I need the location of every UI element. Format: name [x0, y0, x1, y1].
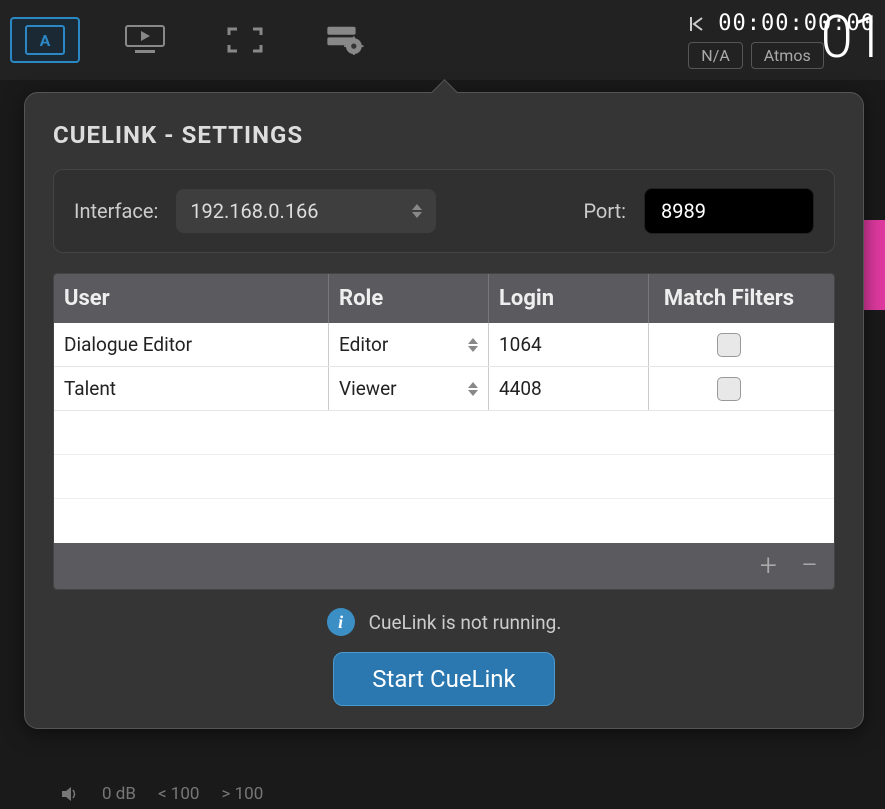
table-row[interactable]: Dialogue Editor Editor 1064	[54, 323, 834, 367]
speaker-icon	[60, 785, 80, 803]
pink-track-strip	[861, 220, 885, 310]
interface-dropdown[interactable]: 192.168.0.166	[176, 189, 436, 233]
svg-text:A: A	[40, 31, 51, 50]
pill-na[interactable]: N/A	[688, 42, 742, 69]
status-row: i CueLink is not running.	[53, 608, 835, 636]
interface-label: Interface:	[74, 199, 158, 223]
footer-bar: 0 dB < 100 > 100	[0, 779, 885, 809]
topbar: A 00:00:00:00 N/A Atmos 01	[0, 0, 885, 80]
add-row-button[interactable]: +	[760, 551, 777, 581]
footer-gt: > 100	[221, 784, 263, 804]
match-checkbox[interactable]	[717, 333, 741, 357]
match-checkbox[interactable]	[717, 377, 741, 401]
stepper-icon	[412, 204, 422, 218]
stepper-icon	[468, 382, 478, 396]
cell-match	[649, 367, 809, 410]
cell-user[interactable]: Dialogue Editor	[54, 323, 329, 366]
empty-row	[54, 499, 834, 543]
empty-row	[54, 455, 834, 499]
big-number: 01	[821, 4, 885, 72]
cell-user[interactable]: Talent	[54, 367, 329, 410]
tab-fullscreen-icon[interactable]	[210, 17, 280, 63]
tab-server-settings-icon[interactable]	[310, 17, 380, 63]
cell-login[interactable]: 1064	[489, 323, 649, 366]
th-login: Login	[489, 274, 649, 323]
table-body: Dialogue Editor Editor 1064 Talent Viewe…	[54, 323, 834, 543]
users-table: User Role Login Match Filters Dialogue E…	[53, 273, 835, 590]
goto-start-icon[interactable]	[688, 15, 710, 33]
cell-role[interactable]: Editor	[329, 323, 489, 366]
cell-match	[649, 323, 809, 366]
cell-role[interactable]: Viewer	[329, 367, 489, 410]
port-label: Port:	[583, 199, 626, 223]
info-icon: i	[327, 608, 355, 636]
table-footer: + −	[54, 543, 834, 589]
status-text: CueLink is not running.	[369, 611, 562, 634]
th-role: Role	[329, 274, 489, 323]
remove-row-button[interactable]: −	[801, 551, 818, 581]
footer-lt: < 100	[158, 784, 200, 804]
stepper-icon	[468, 338, 478, 352]
tab-a-icon[interactable]: A	[10, 17, 80, 63]
cell-login[interactable]: 4408	[489, 367, 649, 410]
pill-atmos[interactable]: Atmos	[751, 42, 824, 69]
start-cuelink-button[interactable]: Start CueLink	[333, 652, 554, 706]
interface-value: 192.168.0.166	[190, 199, 318, 223]
panel-title: CUELINK - SETTINGS	[53, 121, 835, 149]
port-input[interactable]	[644, 188, 814, 234]
table-row[interactable]: Talent Viewer 4408	[54, 367, 834, 411]
empty-row	[54, 411, 834, 455]
tab-play-icon[interactable]	[110, 17, 180, 63]
footer-db: 0 dB	[102, 784, 136, 804]
th-user: User	[54, 274, 329, 323]
th-match: Match Filters	[649, 274, 809, 323]
network-config-row: Interface: 192.168.0.166 Port:	[53, 169, 835, 253]
table-header: User Role Login Match Filters	[54, 274, 834, 323]
cuelink-settings-panel: CUELINK - SETTINGS Interface: 192.168.0.…	[24, 92, 864, 729]
